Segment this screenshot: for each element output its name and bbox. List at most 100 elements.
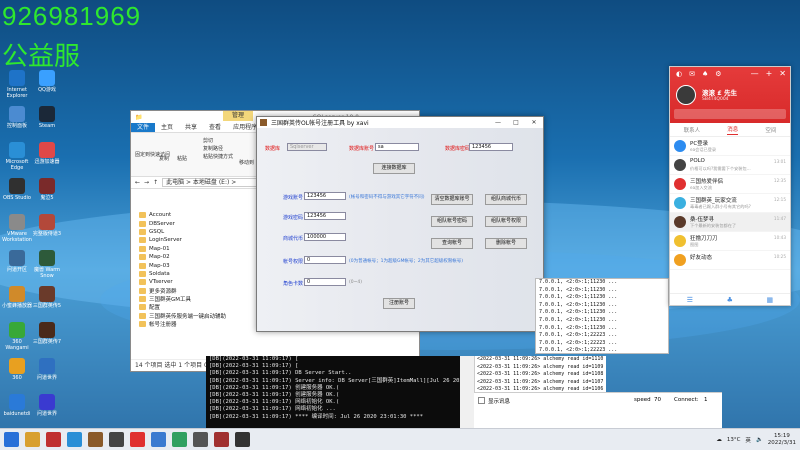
list-item[interactable]: 桑-伍梦寻 下个最新的安装包都在了 11:47 (670, 213, 790, 232)
move-to-button[interactable]: 移动到 (239, 159, 254, 166)
list-item[interactable]: POLO 价格可以吗?我需要下个安装包... 13:01 (670, 156, 790, 175)
cut-button[interactable]: 剪切 (203, 137, 213, 144)
desktop-icon[interactable]: 迅游加速器 (30, 142, 64, 165)
db-account-input[interactable]: sa (375, 143, 419, 151)
desktop-icon[interactable]: 小蜜蜂播放器 (0, 286, 34, 309)
start-icon[interactable] (4, 432, 19, 447)
maximize-icon[interactable]: □ (507, 117, 525, 128)
close-icon[interactable]: ✕ (779, 69, 786, 78)
list-item[interactable]: 三国群英_玩家交流 毒毒者已踢入群小号有其它的吗? 12:15 (670, 194, 790, 213)
app-taskbar-icon[interactable] (214, 432, 229, 447)
desktop-icon[interactable]: 问道开区 (0, 250, 34, 273)
scrollbar-strip[interactable] (460, 356, 474, 428)
register-account-button[interactable]: 注册账号 (383, 298, 415, 309)
app-taskbar-icon[interactable] (151, 432, 166, 447)
clock[interactable]: 15:19 2022/3/31 (768, 433, 796, 447)
role-card-input[interactable]: 0 (304, 278, 346, 286)
qq-taskbar-icon[interactable] (130, 432, 145, 447)
password-input[interactable]: 123456 (304, 212, 346, 220)
show-info-checkbox[interactable] (478, 397, 485, 404)
app-taskbar-icon[interactable] (172, 432, 187, 447)
apps-icon[interactable]: ▦ (767, 296, 774, 304)
folder-icon (139, 321, 146, 328)
desktop-icon[interactable]: 问道世界 (30, 394, 64, 417)
tab-home[interactable]: 主页 (155, 123, 179, 132)
copy-button[interactable]: 复制 (159, 155, 169, 162)
minimize-icon[interactable]: — (751, 69, 759, 78)
tab-contacts[interactable]: 联系人 (684, 126, 701, 134)
file-name: 配置 (149, 305, 161, 312)
tab-view[interactable]: 查看 (203, 123, 227, 132)
app-taskbar-icon[interactable] (235, 432, 250, 447)
skin-icon[interactable]: ♠ (702, 70, 708, 78)
up-arrow-icon[interactable]: ↑ (153, 179, 158, 186)
desktop-icon[interactable]: baidunetdi (0, 394, 34, 417)
search-input[interactable] (674, 109, 786, 119)
list-item[interactable]: 三国热爱伴侣 ea加入交流 12:35 (670, 175, 790, 194)
mail-icon[interactable]: ✉ (689, 70, 695, 78)
menu-icon[interactable]: ☰ (687, 296, 693, 304)
desktop-icon[interactable]: 控制面板 (0, 106, 34, 129)
desktop-icon[interactable]: Internet Explorer (0, 70, 34, 99)
list-item[interactable]: 狂撸刀刀刀 图图 10:43 (670, 232, 790, 251)
desktop-icon[interactable]: 三国群英传7 (30, 322, 64, 345)
manage-tab[interactable]: 管理 (223, 111, 253, 121)
desktop-icon[interactable]: 问道世界 (30, 358, 64, 381)
db-password-input[interactable]: 123456 (469, 143, 513, 151)
delete-account-button[interactable]: 删除帐号 (485, 238, 527, 249)
desktop-icon[interactable]: 360 Wangami (0, 322, 34, 351)
paste-button[interactable]: 粘贴 (177, 155, 187, 162)
tab-share[interactable]: 共享 (179, 123, 203, 132)
avatar[interactable] (676, 85, 696, 105)
close-icon[interactable]: ✕ (525, 117, 543, 128)
desktop-icon[interactable]: 完整版侍道3 (30, 214, 64, 237)
desktop-icon[interactable]: 360 (0, 358, 34, 381)
connect-db-button[interactable]: 连接数据库 (373, 163, 415, 174)
console-taskbar-icon[interactable] (109, 432, 124, 447)
volume-icon[interactable]: 🔈 (756, 437, 763, 443)
paste-shortcut-button[interactable]: 粘贴快捷方式 (203, 153, 233, 160)
desktop-icon[interactable]: 三国群英传5 (30, 286, 64, 309)
forward-arrow-icon[interactable]: → (144, 179, 149, 186)
qq-signature[interactable]: SB4T4Q004 (702, 97, 729, 102)
desktop-icon[interactable]: OBS Studio (0, 178, 34, 201)
desktop-icon[interactable]: 鬼泣5 (30, 178, 64, 201)
contacts-icon[interactable]: ♣ (727, 296, 733, 304)
add-icon[interactable]: + (766, 69, 773, 78)
account-input[interactable]: 123456 (304, 192, 346, 200)
list-item[interactable]: PC登录 ea会话已登录 (670, 137, 790, 156)
contact-name: 三国热爱伴侣 (690, 179, 724, 185)
language-indicator[interactable]: 英 (745, 436, 751, 444)
set-account-password-button[interactable]: 组队帐号密码 (431, 216, 473, 227)
back-arrow-icon[interactable]: ← (135, 179, 140, 186)
db-name-input[interactable]: Sqlserver (287, 143, 327, 151)
db-server-log: [DB](2022-03-31 11:09:17) [[DB](2022-03-… (206, 356, 460, 428)
file-explorer-taskbar-icon[interactable] (25, 432, 40, 447)
desktop-icon[interactable]: QQ游戏 (30, 70, 64, 93)
set-mall-currency-button[interactable]: 组队商城代币 (485, 194, 527, 205)
copy-path-button[interactable]: 复制路径 (203, 145, 223, 152)
qq-logo-icon[interactable]: ◐ (676, 70, 682, 78)
desktop-icon[interactable]: Microsoft Edge (0, 142, 34, 171)
clear-db-accounts-button[interactable]: 清空数据库账号 (431, 194, 473, 205)
tool-taskbar-icon[interactable] (88, 432, 103, 447)
edge-taskbar-icon[interactable] (67, 432, 82, 447)
desktop-icon[interactable]: VMware Workstation (0, 214, 34, 243)
file-name: 三国群英GM工具 (149, 297, 192, 304)
tab-space[interactable]: 空间 (765, 126, 776, 134)
settings-icon[interactable]: ⚙ (715, 70, 721, 78)
mall-currency-input[interactable]: 100000 (304, 233, 346, 241)
app-taskbar-icon[interactable] (46, 432, 61, 447)
query-account-button[interactable]: 查询帐号 (431, 238, 473, 249)
message-time: 10:25 (773, 254, 786, 259)
set-account-permission-button[interactable]: 组队帐号权限 (485, 216, 527, 227)
weather-icon[interactable]: ☁ (716, 437, 722, 443)
permission-input[interactable]: 0 (304, 256, 346, 264)
list-item[interactable]: 好友动态 10:25 (670, 251, 790, 270)
app-taskbar-icon[interactable] (193, 432, 208, 447)
desktop-icon[interactable]: 魔兽 Warm Snow (30, 250, 64, 279)
tab-file[interactable]: 文件 (131, 123, 156, 132)
minimize-icon[interactable]: — (489, 117, 507, 128)
desktop-icon[interactable]: Steam (30, 106, 64, 129)
tab-messages[interactable]: 消息 (727, 125, 739, 135)
